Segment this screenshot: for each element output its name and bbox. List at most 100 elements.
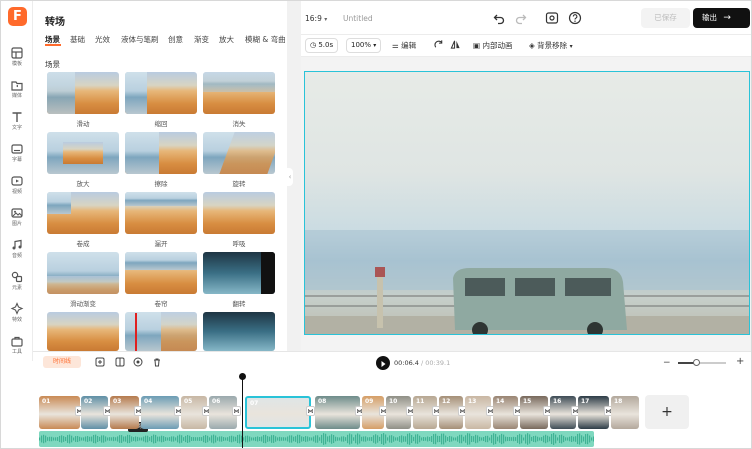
waveform-bar [457,436,459,442]
timeline-clip[interactable]: 01 [39,396,80,429]
duration-button[interactable]: ◷ 5.0s [305,38,339,53]
zoom-out-button[interactable]: − [663,358,671,368]
timeline-clip[interactable]: 18 [611,396,639,429]
tab-light[interactable]: 光效 [95,34,110,45]
waveform-bar [51,436,53,442]
tab-creative[interactable]: 创意 [168,34,183,45]
audio-track[interactable] [39,431,594,447]
app-window: F 模板 媒体 文字 字幕 视频 图片 音频 元素 特效 工具 转场 场景 基础… [0,0,752,449]
zoom-in-button[interactable]: + [736,356,744,367]
undo-icon[interactable] [492,11,506,25]
preview-settings-icon[interactable] [545,11,559,25]
background-remove-button[interactable]: ◈ 背景移除 ▾ [529,40,573,51]
duration-value: 5.0s [318,41,334,49]
transition-tile-retract[interactable] [125,72,197,114]
waveform-bar [381,434,383,444]
add-clip-button[interactable]: + [645,395,689,429]
transition-tile-rotate[interactable] [203,132,275,174]
tile-label: 滑动 [76,120,90,128]
freeze-icon[interactable] [133,357,143,367]
play-button[interactable] [376,356,390,370]
rail-item-media[interactable]: 媒体 [1,74,33,106]
transition-tile-slide-fade[interactable] [47,252,119,294]
waveform-bar [273,435,275,443]
timeline-clip[interactable]: 07 [245,396,311,429]
transition-tile-split[interactable] [125,192,197,234]
export-button[interactable]: 输出 → [693,8,750,28]
rail-item-template[interactable]: 模板 [1,42,33,74]
rail-item-effects[interactable]: 特效 [1,298,33,330]
video-preview[interactable] [304,71,750,335]
transition-tile-roll[interactable] [47,192,119,234]
slider-thumb[interactable] [693,359,700,366]
waveform-bar [339,437,341,441]
tab-basic[interactable]: 基础 [70,34,85,45]
transition-marker[interactable]: ⋈ [306,406,315,416]
waveform-bar [53,437,55,441]
edit-button[interactable]: ⚌ 编辑 [392,40,416,51]
rotate-icon[interactable] [433,39,444,50]
zoom-select[interactable]: 100% ▾ [346,38,382,53]
current-time: 00:06.4 [394,359,419,367]
transition-marker[interactable]: ⋈ [232,406,241,416]
playhead[interactable] [239,373,246,448]
transition-tile-flip[interactable] [203,252,275,294]
waveform-bar [591,437,593,441]
clock-icon: ◷ [310,41,317,49]
waveform-bar [531,436,533,442]
saved-button[interactable]: 已保存 [641,8,690,28]
help-icon[interactable] [568,11,582,25]
waveform-bar [421,437,423,441]
media-icon [11,81,23,91]
redo-icon[interactable] [514,11,528,25]
waveform-bar [145,435,147,443]
timeline-clip[interactable]: 08 [315,396,360,429]
waveform-bar [455,437,457,441]
waveform-bar [373,435,375,443]
transition-tile-13[interactable] [47,312,119,351]
timeline-tab[interactable]: 时间线 [43,356,81,368]
delete-icon[interactable] [152,357,162,367]
transition-tile-zoom[interactable] [47,132,119,174]
inner-animation-button[interactable]: ▣ 内部动画 [473,40,512,51]
waveform-bar [221,436,223,442]
rail-item-text[interactable]: 文字 [1,106,33,138]
waveform-bar [573,436,575,442]
transition-tile-vanish[interactable] [203,72,275,114]
clip-number: 08 [318,398,327,405]
rail-item-label: 工具 [11,349,22,355]
tab-zoom[interactable]: 放大 [219,34,234,45]
waveform-bar [313,436,315,442]
waveform-bar [115,437,117,441]
transition-tile-15[interactable] [203,312,275,351]
tab-liquid[interactable]: 液体与笔刷 [121,34,159,45]
waveform-bar [77,435,79,443]
rail-item-tools[interactable]: 工具 [1,330,33,362]
timeline-zoom-slider[interactable] [678,359,726,366]
waveform-bar [553,433,555,445]
collapse-panel-handle[interactable]: ‹ [287,168,293,186]
waveform-bar [357,433,359,445]
add-media-icon[interactable] [95,357,105,367]
rail-item-video[interactable]: 视频 [1,170,33,202]
tab-gradient[interactable]: 渐变 [194,34,209,45]
transition-tile-curtain[interactable] [125,252,197,294]
transition-tile-slide[interactable] [47,72,119,114]
flip-icon[interactable] [450,39,461,50]
rail-item-subtitle[interactable]: 字幕 [1,138,33,170]
waveform-bar [83,437,85,441]
waveform-bar [489,437,491,441]
transition-tile-wipe[interactable] [125,132,197,174]
app-logo[interactable]: F [8,7,27,26]
tab-blur[interactable]: 模糊 & 弯曲 [245,34,286,45]
waveform-bar [525,434,527,444]
project-title[interactable]: Untitled [343,14,373,23]
aspect-ratio-select[interactable]: 16:9 ▾ [305,14,327,23]
transition-tile-breathe[interactable] [203,192,275,234]
waveform-bar [141,437,143,441]
waveform-bar [81,437,83,441]
rail-item-elements[interactable]: 元素 [1,266,33,298]
rail-item-image[interactable]: 图片 [1,202,33,234]
rail-item-audio[interactable]: 音频 [1,234,33,266]
split-icon[interactable] [115,357,125,367]
